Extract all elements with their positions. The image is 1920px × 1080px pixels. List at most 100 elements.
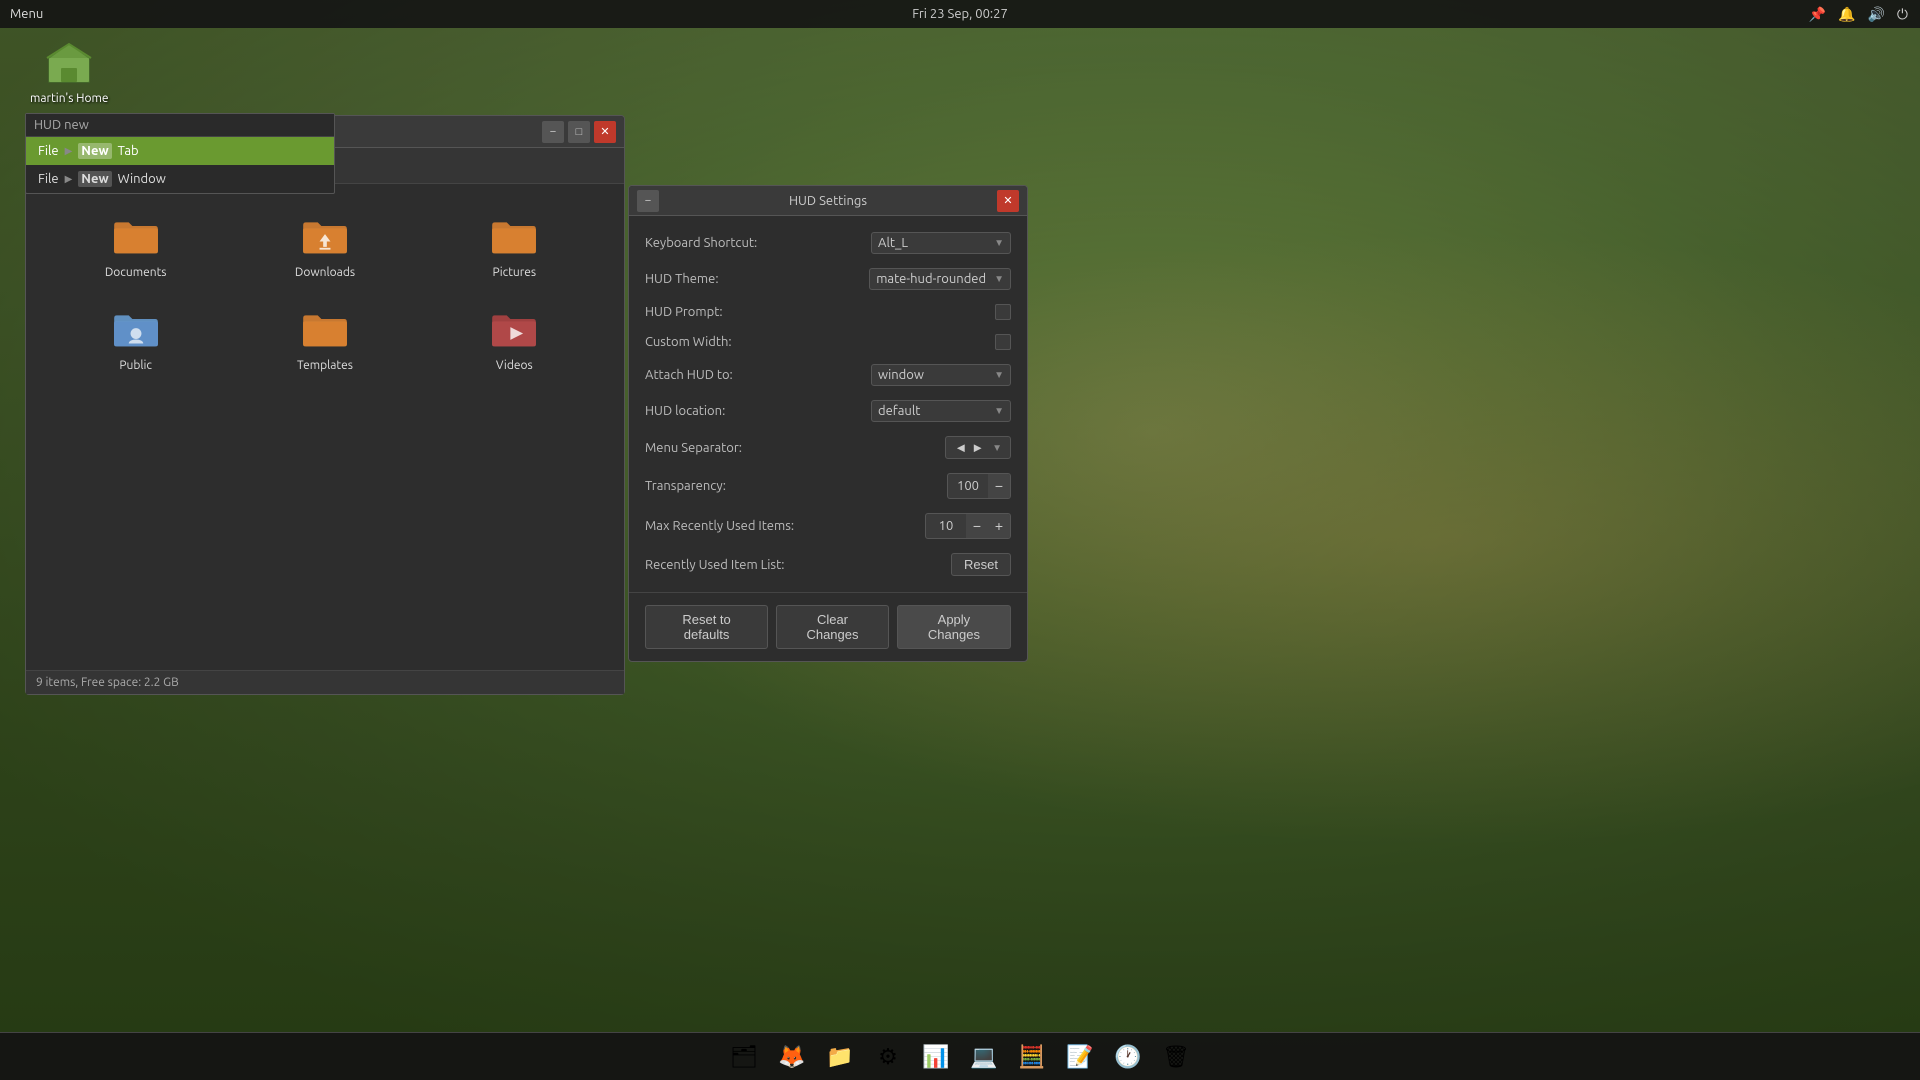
custom-width-checkbox[interactable] xyxy=(995,334,1011,350)
taskbar: 🗂 🦊 📁 ⚙ 📊 💻 🧮 📝 🕐 🗑 xyxy=(0,1032,1920,1080)
hud-settings-dialog: − HUD Settings ✕ Keyboard Shortcut: Alt_… xyxy=(628,185,1028,662)
transparency-decrease-button[interactable]: − xyxy=(988,474,1010,498)
file-label: Pictures xyxy=(493,266,537,279)
reset-defaults-button[interactable]: Reset to defaults xyxy=(645,605,768,649)
attach-hud-row: Attach HUD to: window ▼ xyxy=(645,364,1011,386)
power-icon[interactable]: ⏻ xyxy=(1897,6,1908,23)
recently-used-control: Reset xyxy=(951,553,1011,576)
hud-menu-item-file-new-window[interactable]: File ▶ New Window xyxy=(26,165,334,193)
hud-theme-row: HUD Theme: mate-hud-rounded ▼ xyxy=(645,268,1011,290)
topbar-datetime: Fri 23 Sep, 00:27 xyxy=(912,7,1008,21)
taskbar-icon-clock[interactable]: 🕐 xyxy=(1106,1035,1150,1079)
list-item[interactable]: Public xyxy=(46,297,225,380)
volume-icon: 🔊 xyxy=(1867,6,1884,23)
menu-separator-row: Menu Separator: ◄ ► ▼ xyxy=(645,436,1011,459)
recently-used-row: Recently Used Item List: Reset xyxy=(645,553,1011,576)
folder-public-icon xyxy=(112,305,160,353)
apply-changes-button[interactable]: Apply Changes xyxy=(897,605,1011,649)
attach-hud-select[interactable]: window ▼ xyxy=(871,364,1011,386)
hud-menu: HUD new File ▶ New Tab File ▶ New Window xyxy=(25,113,335,194)
taskbar-icon-notes[interactable]: 📝 xyxy=(1058,1035,1102,1079)
taskbar-icon-file-manager[interactable]: 📁 xyxy=(818,1035,862,1079)
window-controls: − □ ✕ xyxy=(542,121,616,143)
file-manager-content: Documents Downloads xyxy=(26,184,624,670)
list-item[interactable]: Downloads xyxy=(235,204,414,287)
transparency-row: Transparency: 100 − xyxy=(645,473,1011,499)
transparency-value: 100 xyxy=(948,476,988,496)
attach-hud-control: window ▼ xyxy=(871,364,1011,386)
hud-location-control: default ▼ xyxy=(871,400,1011,422)
hud-settings-footer: Reset to defaults Clear Changes Apply Ch… xyxy=(629,592,1027,661)
taskbar-icon-trash[interactable]: 🗑 xyxy=(1154,1035,1198,1079)
list-item[interactable]: Documents xyxy=(46,204,225,287)
recently-used-label: Recently Used Item List: xyxy=(645,558,951,572)
file-manager-window: tin − □ ✕ ↻ 📁 ▤ − 100% + ▾ xyxy=(25,115,625,695)
taskbar-icon-files[interactable]: 🗂 xyxy=(722,1035,766,1079)
transparency-control: 100 − xyxy=(947,473,1011,499)
max-recently-decrease-button[interactable]: − xyxy=(966,514,988,538)
arrow-icon: ▶ xyxy=(65,145,73,157)
arrow-icon-2: ▶ xyxy=(65,173,73,185)
max-recently-label: Max Recently Used Items: xyxy=(645,519,925,533)
folder-pictures-icon xyxy=(490,212,538,260)
list-item[interactable]: Pictures xyxy=(425,204,604,287)
taskbar-icon-terminal[interactable]: 💻 xyxy=(962,1035,1006,1079)
desktop: Menu Fri 23 Sep, 00:27 📌 🔔 🔊 ⏻ martin's … xyxy=(0,0,1920,1080)
topbar-right: 📌 🔔 🔊 ⏻ xyxy=(1809,6,1920,23)
pin-icon: 📌 xyxy=(1809,6,1826,23)
folder-templates-icon xyxy=(301,305,349,353)
file-label: Public xyxy=(119,359,152,372)
minimize-button[interactable]: − xyxy=(542,121,564,143)
clear-changes-button[interactable]: Clear Changes xyxy=(776,605,889,649)
keyboard-shortcut-select[interactable]: Alt_L ▼ xyxy=(871,232,1011,254)
maximize-button[interactable]: □ xyxy=(568,121,590,143)
hud-prompt-checkbox[interactable] xyxy=(995,304,1011,320)
folder-documents-icon xyxy=(112,212,160,260)
hud-menu-item-file-new-tab[interactable]: File ▶ New Tab xyxy=(26,137,334,165)
hud-location-row: HUD location: default ▼ xyxy=(645,400,1011,422)
statusbar-text: 9 items, Free space: 2.2 GB xyxy=(36,676,179,689)
list-item[interactable]: Templates xyxy=(235,297,414,380)
taskbar-icon-settings[interactable]: ⚙ xyxy=(866,1035,910,1079)
menu-label[interactable]: Menu xyxy=(10,7,43,21)
taskbar-icon-calculator[interactable]: 🧮 xyxy=(1010,1035,1054,1079)
home-folder-icon xyxy=(45,40,93,88)
taskbar-icon-monitor[interactable]: 📊 xyxy=(914,1035,958,1079)
list-item[interactable]: Videos xyxy=(425,297,604,380)
hud-settings-titlebar: − HUD Settings ✕ xyxy=(629,186,1027,216)
hud-theme-select[interactable]: mate-hud-rounded ▼ xyxy=(869,268,1011,290)
max-recently-value: 10 xyxy=(926,516,966,536)
home-icon-label: martin's Home xyxy=(30,92,109,105)
hud-settings-title: HUD Settings xyxy=(659,194,997,208)
file-label: Videos xyxy=(496,359,533,372)
file-label: Templates xyxy=(297,359,353,372)
max-recently-increase-button[interactable]: + xyxy=(988,514,1010,538)
close-button[interactable]: ✕ xyxy=(594,121,616,143)
file-grid: Documents Downloads xyxy=(26,184,624,670)
taskbar-icon-firefox[interactable]: 🦊 xyxy=(770,1035,814,1079)
dialog-close-button[interactable]: ✕ xyxy=(997,190,1019,212)
dialog-minimize-button[interactable]: − xyxy=(637,190,659,212)
menu-separator-control: ◄ ► ▼ xyxy=(945,436,1011,459)
custom-width-row: Custom Width: xyxy=(645,334,1011,350)
chevron-down-icon: ▼ xyxy=(994,369,1004,381)
keyboard-shortcut-label: Keyboard Shortcut: xyxy=(645,236,871,250)
hud-location-label: HUD location: xyxy=(645,404,871,418)
topbar: Menu Fri 23 Sep, 00:27 📌 🔔 🔊 ⏻ xyxy=(0,0,1920,28)
max-recently-spinbox: 10 − + xyxy=(925,513,1011,539)
custom-width-control xyxy=(995,334,1011,350)
hud-location-select[interactable]: default ▼ xyxy=(871,400,1011,422)
bell-icon: 🔔 xyxy=(1838,6,1855,23)
left-arrow-icon: ◄ xyxy=(954,440,967,455)
hud-settings-body: Keyboard Shortcut: Alt_L ▼ HUD Theme: ma… xyxy=(629,216,1027,592)
home-icon[interactable]: martin's Home xyxy=(30,40,109,105)
transparency-label: Transparency: xyxy=(645,479,947,493)
chevron-down-icon: ▼ xyxy=(992,442,1002,454)
recently-used-reset-button[interactable]: Reset xyxy=(951,553,1011,576)
right-arrow-icon: ► xyxy=(971,440,984,455)
hud-prompt-control xyxy=(995,304,1011,320)
chevron-down-icon: ▼ xyxy=(994,273,1004,285)
custom-width-label: Custom Width: xyxy=(645,335,995,349)
max-recently-row: Max Recently Used Items: 10 − + xyxy=(645,513,1011,539)
menu-separator-label: Menu Separator: xyxy=(645,441,945,455)
